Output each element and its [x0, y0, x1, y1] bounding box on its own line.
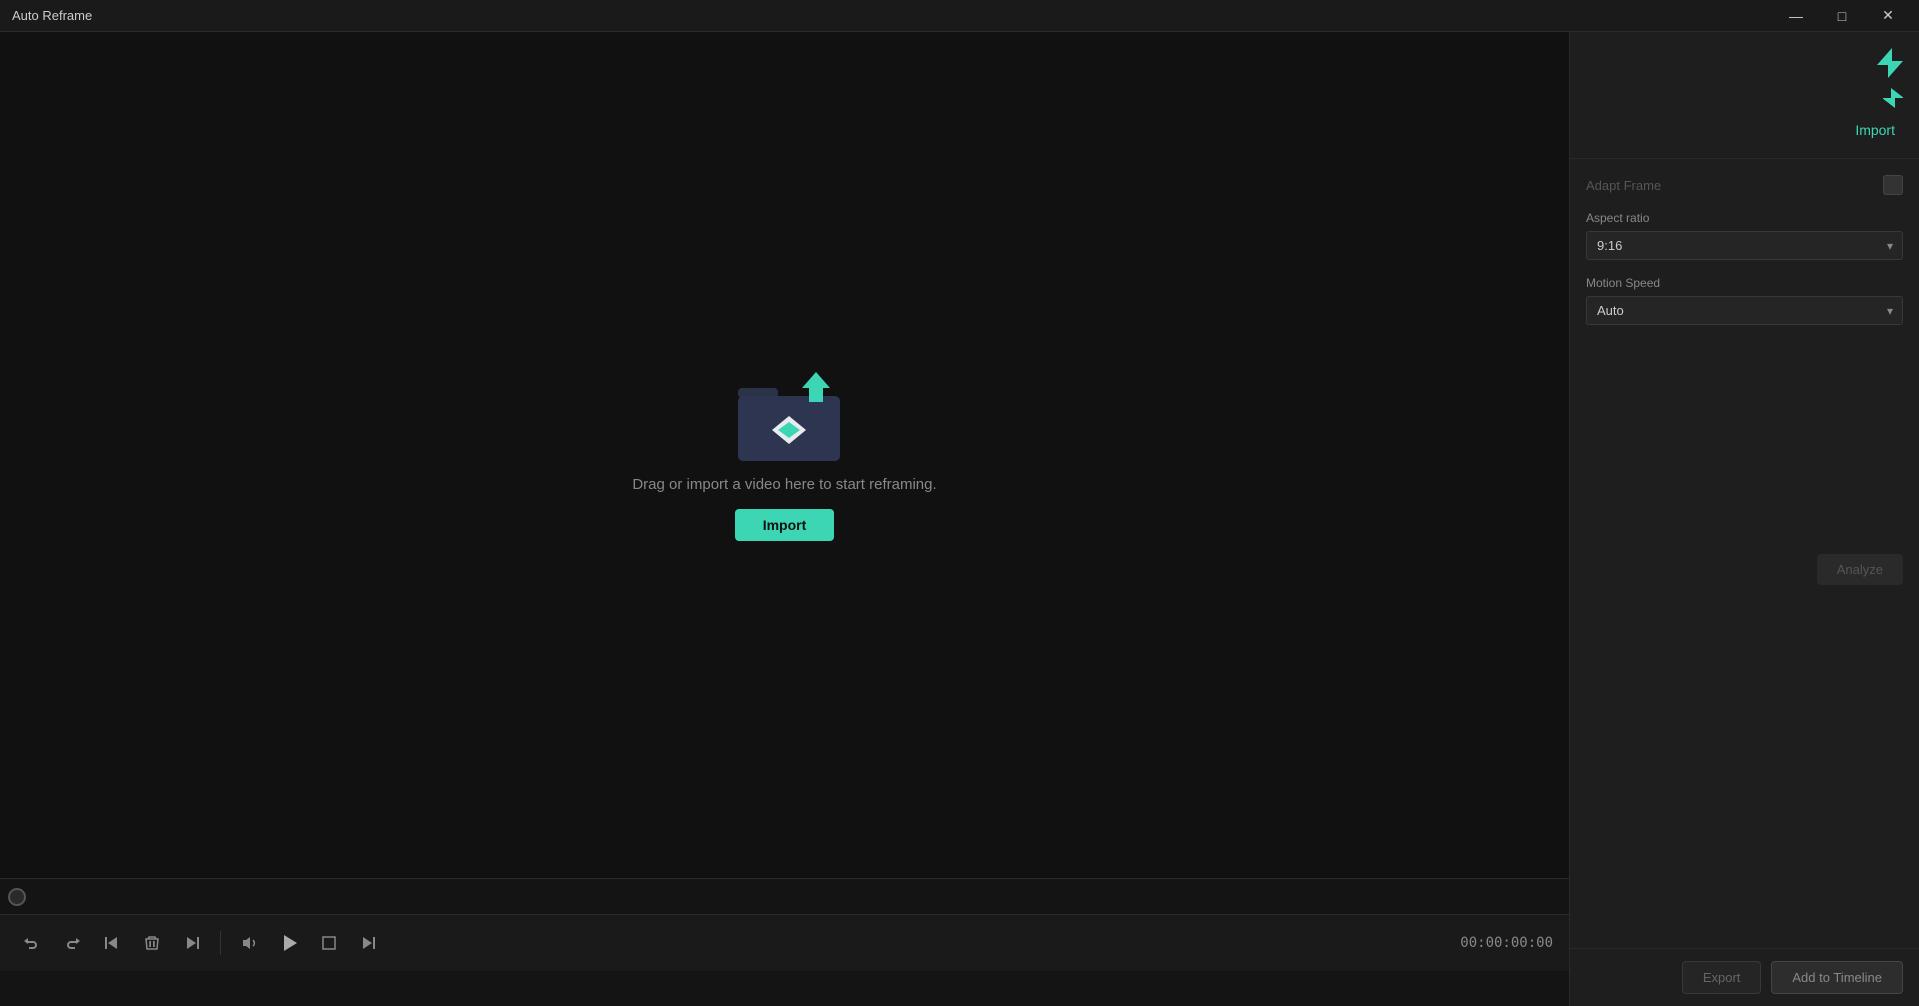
right-top-import: Import	[1570, 32, 1919, 159]
adapt-frame-label: Adapt Frame	[1586, 178, 1661, 193]
close-button[interactable]: ✕	[1865, 0, 1911, 32]
redo-button[interactable]	[56, 927, 88, 959]
timeline-area: 00:00:00:00	[0, 878, 1569, 1006]
motion-speed-group: Motion Speed Auto Slow Default Fast	[1586, 276, 1903, 325]
main-layout: Drag or import a video here to start ref…	[0, 32, 1919, 1006]
analyze-area: Analyze	[1570, 542, 1919, 597]
aspect-ratio-group: Aspect ratio 9:16 16:9 1:1 4:5 4:3	[1586, 211, 1903, 260]
bolt-down-icon	[1877, 48, 1903, 83]
bottom-right-buttons: Export Add to Timeline	[1570, 948, 1919, 1006]
titlebar: Auto Reframe — □ ✕	[0, 0, 1919, 32]
minimize-button[interactable]: —	[1773, 0, 1819, 32]
center-area: Drag or import a video here to start ref…	[0, 32, 1569, 1006]
maximize-button[interactable]: □	[1819, 0, 1865, 32]
playback-controls: 00:00:00:00	[0, 915, 1569, 971]
import-placeholder: Drag or import a video here to start ref…	[632, 370, 936, 541]
adapt-frame-row: Adapt Frame	[1586, 175, 1903, 195]
controls-separator	[220, 931, 221, 955]
adapt-frame-toggle[interactable]	[1883, 175, 1903, 195]
timecode: 00:00:00:00	[1460, 935, 1553, 951]
play-button[interactable]	[273, 927, 305, 959]
timeline-scrubber[interactable]	[8, 888, 26, 906]
undo-button[interactable]	[16, 927, 48, 959]
folder-icon	[734, 370, 834, 460]
import-button-right[interactable]: Import	[1847, 118, 1903, 142]
motion-speed-select-wrapper[interactable]: Auto Slow Default Fast	[1586, 296, 1903, 325]
delete-button[interactable]	[136, 927, 168, 959]
add-to-timeline-button[interactable]: Add to Timeline	[1771, 961, 1903, 994]
analyze-button[interactable]: Analyze	[1817, 554, 1903, 585]
export-button[interactable]: Export	[1682, 961, 1762, 994]
placeholder-text: Drag or import a video here to start ref…	[632, 476, 936, 493]
right-panel: Import Adapt Frame Aspect ratio 9:16 16:…	[1569, 32, 1919, 1006]
skip-start-button[interactable]	[96, 927, 128, 959]
right-panel-spacer	[1570, 597, 1919, 948]
left-controls	[16, 927, 385, 959]
timeline-track[interactable]	[0, 879, 1569, 915]
aspect-ratio-label: Aspect ratio	[1586, 211, 1903, 225]
timeline-empty-row	[0, 971, 1569, 1006]
folder-svg	[734, 370, 844, 465]
titlebar-controls: — □ ✕	[1773, 0, 1911, 32]
right-settings: Adapt Frame Aspect ratio 9:16 16:9 1:1 4…	[1570, 159, 1919, 542]
aspect-ratio-select[interactable]: 9:16 16:9 1:1 4:5 4:3	[1586, 231, 1903, 260]
import-button-center[interactable]: Import	[735, 509, 835, 541]
preview-area: Drag or import a video here to start ref…	[0, 32, 1569, 878]
motion-speed-select[interactable]: Auto Slow Default Fast	[1586, 296, 1903, 325]
motion-speed-label: Motion Speed	[1586, 276, 1903, 290]
bolt-right-icon	[1883, 87, 1903, 114]
next-frame-button[interactable]	[353, 927, 385, 959]
aspect-ratio-select-wrapper[interactable]: 9:16 16:9 1:1 4:5 4:3	[1586, 231, 1903, 260]
frame-button[interactable]	[313, 927, 345, 959]
window-title: Auto Reframe	[8, 8, 92, 23]
skip-end-button[interactable]	[176, 927, 208, 959]
volume-button[interactable]	[233, 927, 265, 959]
